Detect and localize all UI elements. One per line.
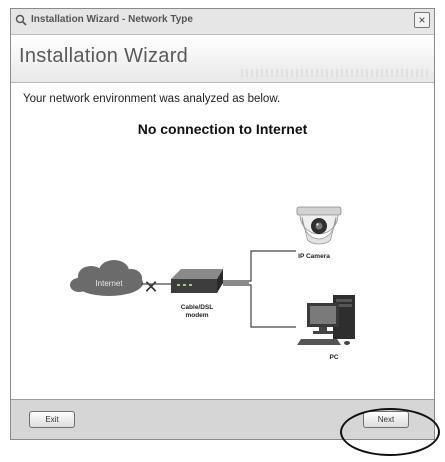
search-icon <box>15 14 27 26</box>
title-bar[interactable]: Installation Wizard - Network Type × <box>11 9 434 35</box>
wizard-window: Installation Wizard - Network Type × Ins… <box>10 8 435 440</box>
internet-cloud-icon: Internet <box>70 260 143 296</box>
ip-camera-icon <box>296 206 342 245</box>
modem-label-line2: modem <box>185 312 208 319</box>
window-title: Installation Wizard - Network Type <box>31 14 193 25</box>
disconnect-icon: ✕ <box>143 277 158 298</box>
close-icon: × <box>418 13 426 27</box>
header-accent <box>241 69 431 77</box>
modem-label-line1: Cable/DSL <box>181 304 214 311</box>
modem-icon <box>171 269 223 293</box>
internet-label: Internet <box>95 279 123 288</box>
wizard-title: Installation Wizard <box>19 45 189 67</box>
wizard-content: Your network environment was analyzed as… <box>11 83 434 399</box>
ip-camera-label: IP Camera <box>298 253 330 260</box>
pc-label: PC <box>329 354 338 361</box>
network-diagram: Internet ✕ Cable/DSL modem IP Camera PC <box>70 206 355 361</box>
close-button[interactable]: × <box>414 12 430 28</box>
wizard-header: Installation Wizard <box>11 35 434 83</box>
pc-icon <box>297 295 355 345</box>
next-highlight-circle <box>340 408 440 456</box>
exit-button[interactable]: Exit <box>29 411 75 428</box>
